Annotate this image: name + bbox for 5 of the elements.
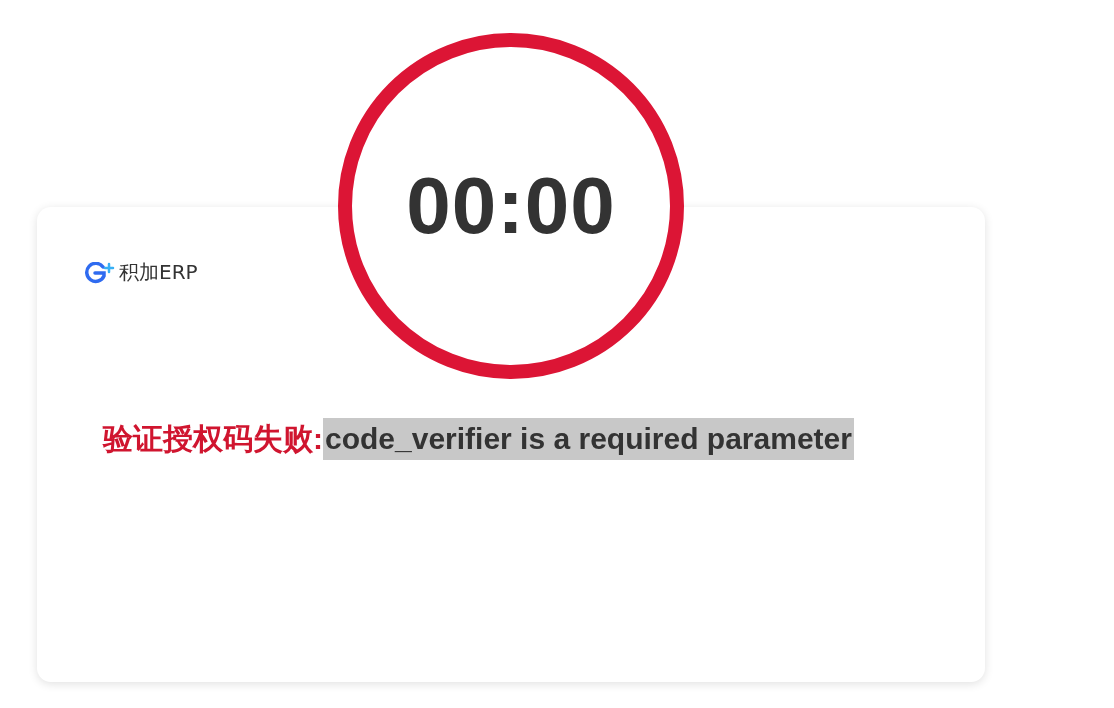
logo-icon [83, 261, 115, 284]
error-label: 验证授权码失败: [103, 420, 323, 457]
logo-text: 积加ERP [119, 259, 198, 286]
timer-text: 00:00 [406, 160, 616, 252]
error-detail: code_verifier is a required parameter [323, 418, 854, 460]
